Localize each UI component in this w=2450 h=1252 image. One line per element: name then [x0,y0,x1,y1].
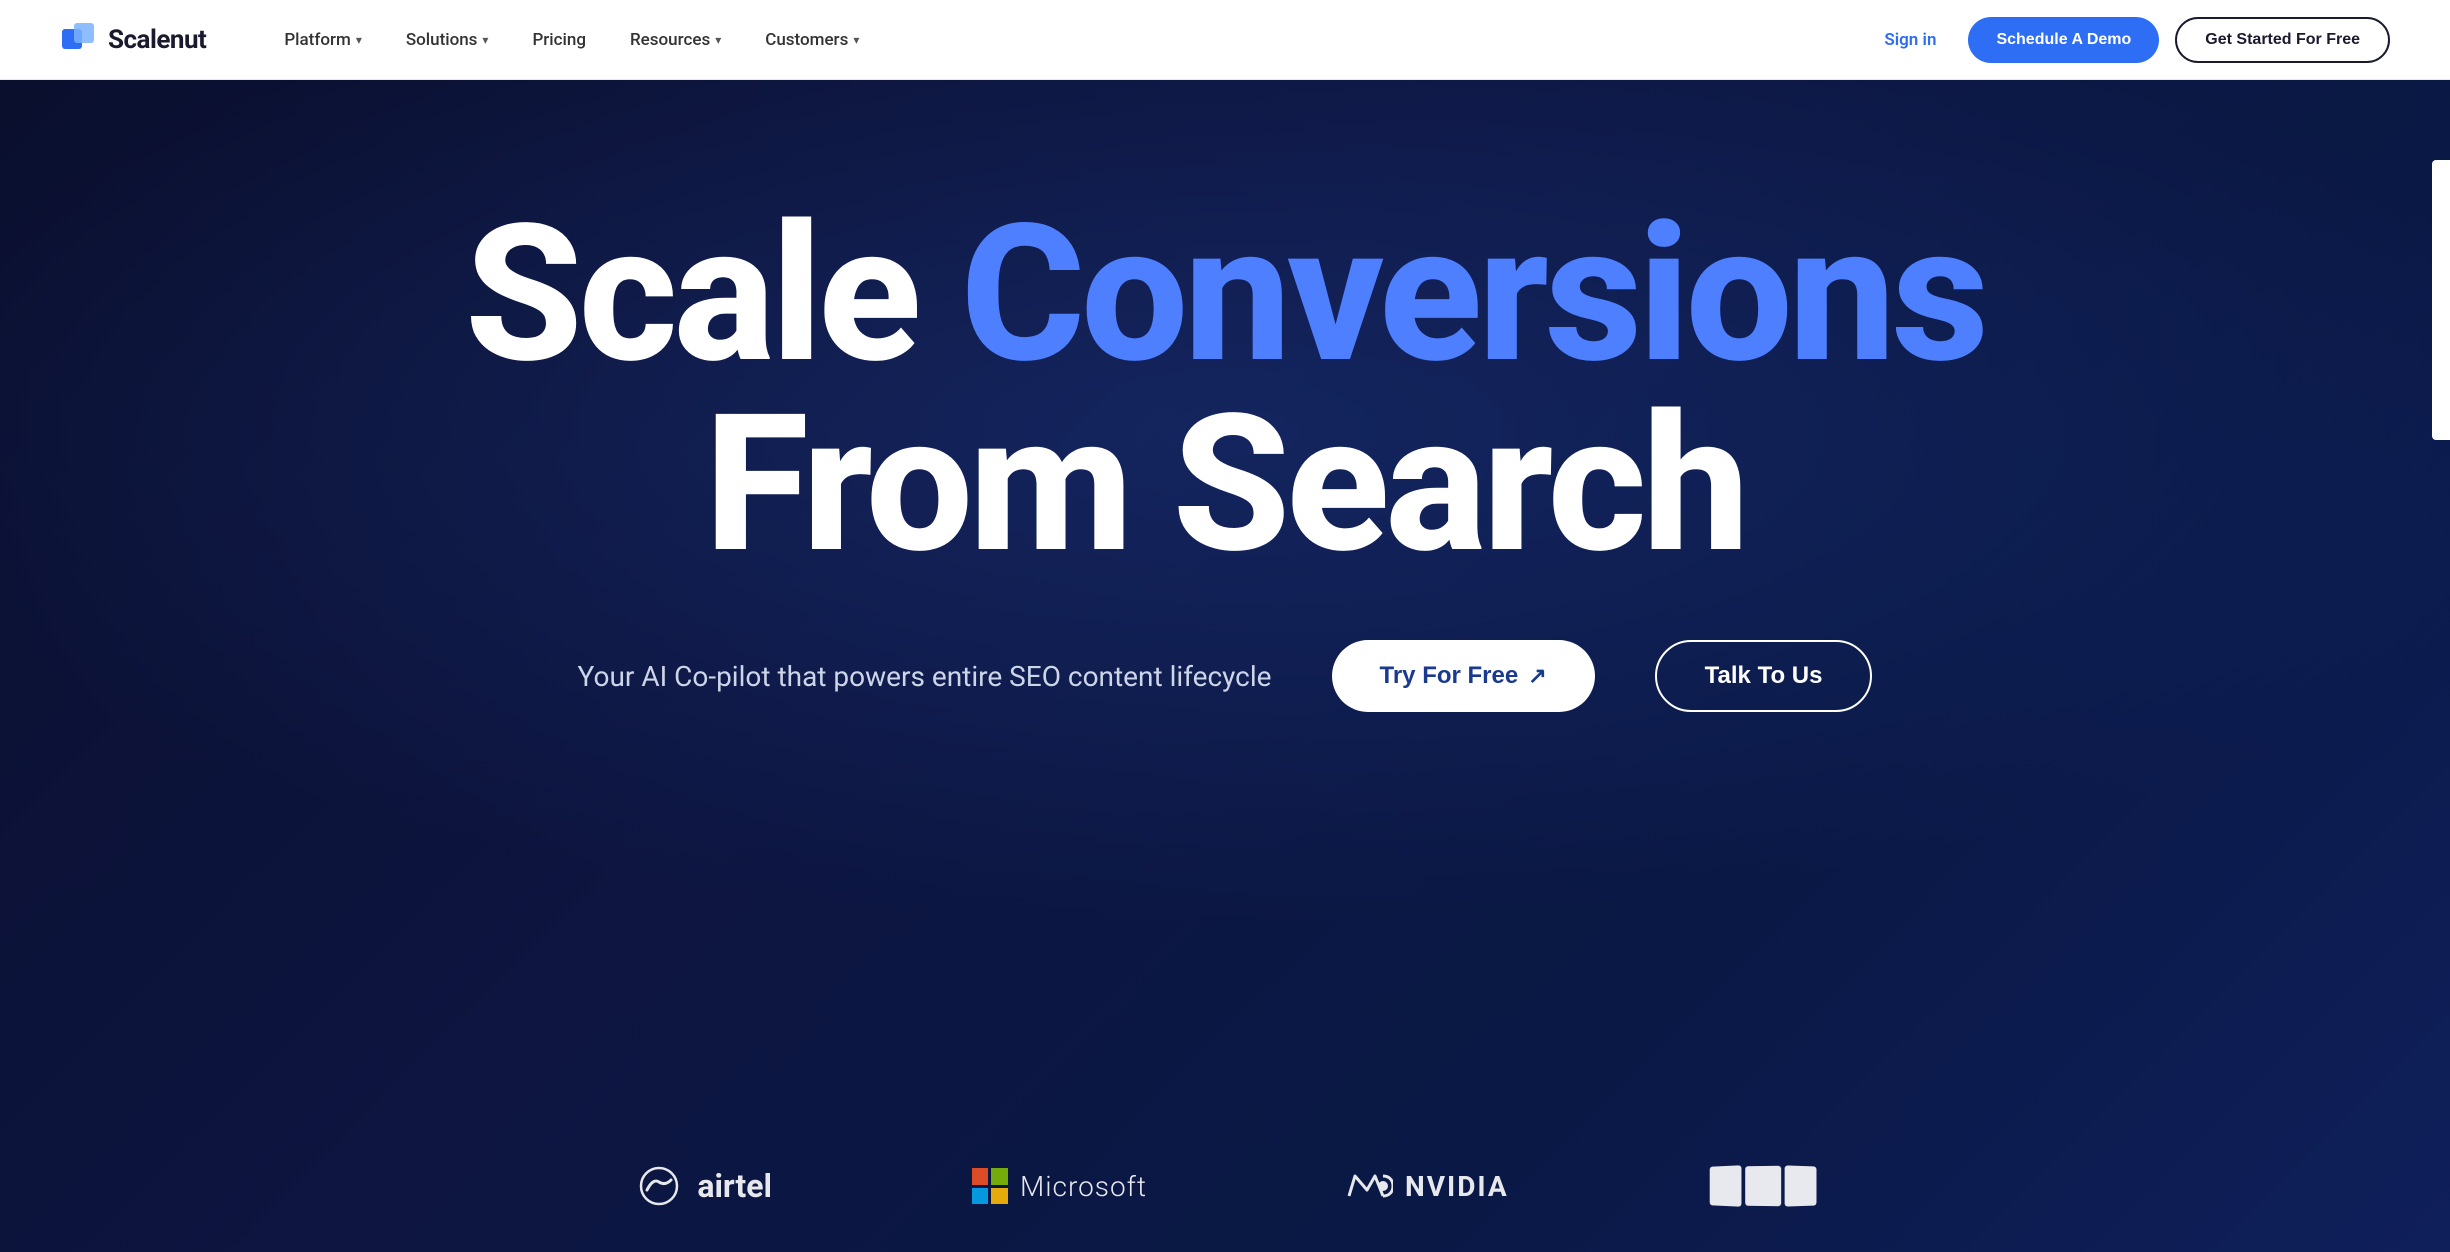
schedule-demo-button[interactable]: Schedule A Demo [1968,17,2159,63]
get-started-button[interactable]: Get Started For Free [2175,17,2390,63]
nav-links: Platform ▾ Solutions ▾ Pricing Resources… [266,22,1868,58]
airtel-icon [633,1160,685,1212]
nav-item-solutions[interactable]: Solutions ▾ [388,22,507,58]
book-icon-2 [1745,1166,1781,1206]
headline-from-search: From Search [705,374,1746,596]
nvidia-icon [1347,1168,1393,1204]
nav-item-platform[interactable]: Platform ▾ [266,22,380,58]
try-for-free-button[interactable]: Try For Free ↗ [1332,640,1595,712]
nav-right: Sign in Schedule A Demo Get Started For … [1868,17,2390,63]
brand-logos: airtel Microsoft NVIDIA [0,1160,2450,1212]
arrow-icon: ↗ [1528,663,1546,689]
chevron-down-icon: ▾ [853,33,859,47]
nav-item-pricing[interactable]: Pricing [514,22,604,58]
hero-subtitle: Your AI Co-pilot that powers entire SEO … [578,660,1272,693]
book-icon-3 [1784,1165,1816,1206]
microsoft-icon [972,1168,1008,1204]
talk-to-us-button[interactable]: Talk To Us [1655,640,1873,712]
nav-item-customers[interactable]: Customers ▾ [747,22,877,58]
hero-headline: Scale Conversions From Search [325,200,2125,580]
headline-scale: Scale [465,184,961,406]
book-icon-1 [1709,1165,1741,1207]
nav-resources-label: Resources [630,30,710,50]
airtel-label: airtel [697,1167,772,1205]
nav-customers-label: Customers [765,30,848,50]
hero-side-bar [2432,160,2450,440]
logo-text: Scalenut [108,25,206,55]
nvidia-label: NVIDIA [1405,1170,1509,1203]
nav-item-resources[interactable]: Resources ▾ [612,22,739,58]
nav-solutions-label: Solutions [406,30,478,50]
book-icons [1709,1166,1817,1206]
nvidia-logo: NVIDIA [1347,1168,1509,1204]
microsoft-label: Microsoft [1020,1170,1147,1203]
fourth-brand-logo [1709,1166,1817,1206]
navbar: Scalenut Platform ▾ Solutions ▾ Pricing … [0,0,2450,80]
sign-in-button[interactable]: Sign in [1868,22,1952,58]
headline-conversions: Conversions [961,184,1985,406]
chevron-down-icon: ▾ [482,33,488,47]
hero-content: Scale Conversions From Search Your AI Co… [325,200,2125,712]
nav-pricing-label: Pricing [532,30,586,50]
chevron-down-icon: ▾ [715,33,721,47]
logo[interactable]: Scalenut [60,21,206,59]
hero-section: Scale Conversions From Search Your AI Co… [0,80,2450,1252]
logo-icon [60,21,98,59]
hero-cta-row: Your AI Co-pilot that powers entire SEO … [325,640,2125,712]
try-free-label: Try For Free [1380,662,1519,690]
microsoft-logo: Microsoft [972,1168,1147,1204]
nav-platform-label: Platform [284,30,350,50]
airtel-logo: airtel [633,1160,772,1212]
chevron-down-icon: ▾ [356,33,362,47]
